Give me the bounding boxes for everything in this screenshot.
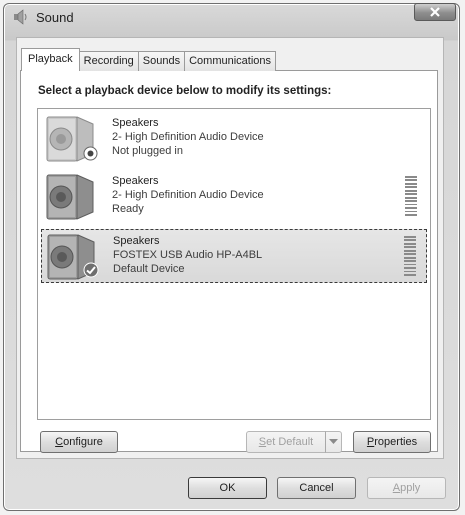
ok-button[interactable]: OK <box>188 477 267 499</box>
unplugged-icon <box>83 146 98 161</box>
close-icon <box>430 7 440 17</box>
device-description: 2- High Definition Audio Device <box>112 131 264 143</box>
default-check-icon <box>83 262 99 278</box>
speaker-icon <box>46 174 94 220</box>
device-description: FOSTEX USB Audio HP-A4BL <box>113 249 263 261</box>
tab-communications[interactable]: Communications <box>184 51 277 71</box>
set-default-button[interactable]: Set Default <box>246 431 326 453</box>
speaker-app-icon <box>14 9 27 25</box>
volume-level-meter <box>405 176 417 216</box>
device-name: Speakers <box>112 117 159 129</box>
tab-playback[interactable]: Playback <box>21 48 80 71</box>
device-name: Speakers <box>112 175 159 187</box>
title-bar[interactable]: Sound <box>0 0 465 30</box>
close-button[interactable] <box>414 3 456 21</box>
playback-device-list[interactable]: Speakers 2- High Definition Audio Device… <box>37 108 431 420</box>
device-status: Ready <box>112 203 144 215</box>
tab-sounds[interactable]: Sounds <box>137 51 186 71</box>
device-item-selected[interactable]: Speakers FOSTEX USB Audio HP-A4BL Defaul… <box>41 229 427 283</box>
instruction-text: Select a playback device below to modify… <box>38 85 332 97</box>
device-status: Default Device <box>113 263 185 275</box>
chevron-down-icon <box>329 439 338 444</box>
volume-level-meter <box>404 236 416 276</box>
set-default-dropdown[interactable] <box>325 431 342 453</box>
apply-button[interactable]: Apply <box>367 477 446 499</box>
device-status: Not plugged in <box>112 145 183 157</box>
cancel-button[interactable]: Cancel <box>277 477 356 499</box>
device-item[interactable]: Speakers 2- High Definition Audio Device… <box>41 112 427 166</box>
tab-strip: Playback Recording Sounds Communications <box>21 48 277 71</box>
configure-button[interactable]: Configure <box>40 431 118 453</box>
device-item[interactable]: Speakers 2- High Definition Audio Device… <box>41 170 427 224</box>
tab-recording[interactable]: Recording <box>78 51 139 71</box>
properties-button[interactable]: Properties <box>353 431 431 453</box>
window-title: Sound <box>36 10 74 25</box>
device-description: 2- High Definition Audio Device <box>112 189 264 201</box>
device-name: Speakers <box>113 235 160 247</box>
